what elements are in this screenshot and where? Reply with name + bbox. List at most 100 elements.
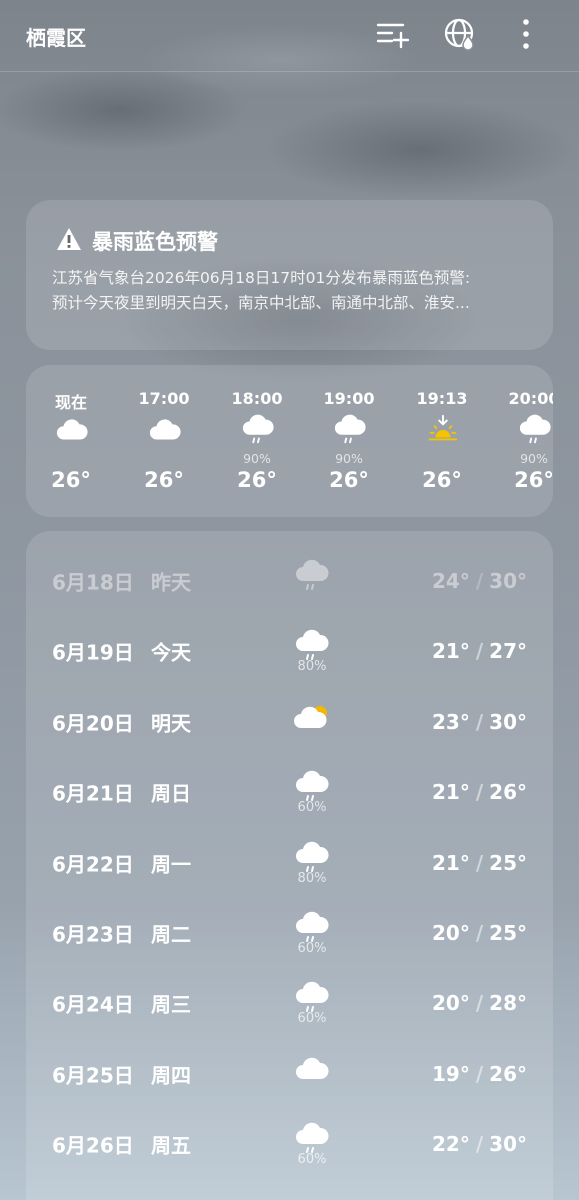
cloud-icon	[148, 413, 182, 447]
hourly-item: 20:00 90% 26°	[499, 365, 553, 517]
hour-time: 19:13	[416, 389, 468, 408]
hour-temp: 26°	[329, 468, 369, 492]
daily-row[interactable]: 6月19日 今天 80% 21°/27°	[26, 615, 553, 685]
day-temp-range: 21°/27°	[432, 639, 527, 663]
hour-temp: 26°	[237, 468, 277, 492]
hour-time: 现在	[54, 393, 87, 412]
hour-temp: 26°	[422, 468, 462, 492]
top-bar: 栖霞区	[0, 0, 579, 72]
daily-row[interactable]: 6月26日 周五 60% 22°/30°	[26, 1108, 553, 1178]
temp-separator: /	[475, 1132, 484, 1157]
daily-row[interactable]: 6月22日 周一 80% 21°/25°	[26, 827, 553, 897]
daily-row[interactable]: 6月20日 明天 23°/30°	[26, 686, 553, 756]
day-date: 6月20日	[52, 711, 134, 736]
warning-icon	[56, 227, 82, 256]
day-weekday: 周三	[151, 992, 191, 1017]
rain-icon	[294, 559, 330, 593]
rain-icon	[518, 413, 552, 447]
partly-cloudy-icon	[294, 700, 330, 734]
day-high: 25°	[489, 921, 527, 945]
city-name[interactable]: 栖霞区	[26, 22, 86, 51]
rain-icon	[294, 629, 330, 663]
alert-description: 江苏省气象台2026年06月18日17时01分发布暴雨蓝色预警: 预计今天夜里到…	[52, 269, 471, 312]
day-high: 30°	[489, 569, 527, 593]
temp-separator: /	[475, 569, 484, 593]
rain-icon	[333, 413, 367, 447]
day-temp-range: 20°/25°	[432, 921, 527, 945]
day-temp-range: 19°/26°	[432, 1062, 527, 1086]
day-temp-range: 20°/28°	[432, 991, 527, 1015]
daily-forecast[interactable]: 6月18日 昨天 24°/30° 6月19日 今天 80% 21°/27° 6月20日 明天 23…	[26, 531, 553, 1200]
day-date: 6月26日	[52, 1133, 134, 1158]
day-low: 21°	[432, 780, 470, 805]
hour-temp: 26°	[51, 468, 91, 492]
hour-temp: 26°	[514, 468, 553, 492]
day-high: 26°	[489, 780, 527, 805]
temp-separator: /	[475, 850, 484, 875]
rain-icon	[294, 770, 330, 804]
day-high: 26°	[489, 1061, 527, 1086]
temp-separator: /	[475, 639, 484, 664]
day-weekday: 周五	[151, 1133, 191, 1158]
rain-icon	[294, 841, 330, 875]
day-high: 27°	[489, 639, 527, 664]
day-temp-range: 21°/26°	[432, 780, 527, 804]
day-high: 28°	[489, 991, 527, 1016]
day-low: 22°	[432, 1132, 470, 1157]
add-list-icon[interactable]	[375, 17, 409, 51]
day-date: 6月23日	[52, 922, 134, 947]
day-weekday: 周一	[151, 852, 191, 877]
alert-title: 暴雨蓝色预警	[92, 230, 218, 254]
day-weekday: 周二	[151, 922, 191, 947]
hourly-item: 19:13 26°	[407, 365, 477, 517]
hour-time: 20:00	[508, 389, 553, 408]
day-precip: 80%	[297, 870, 327, 886]
hourly-forecast[interactable]: 现在 26° 17:00 26° 18:00 90% 26° 19:00 90% 26° 19:13…	[26, 365, 553, 517]
daily-row[interactable]: 6月24日 周三 60% 20°/28°	[26, 967, 553, 1037]
globe-rain-icon[interactable]	[443, 17, 477, 51]
day-low: 21°	[432, 850, 470, 875]
day-temp-range: 22°/30°	[432, 1132, 527, 1156]
day-precip: 60%	[297, 800, 327, 816]
day-low: 21°	[432, 639, 470, 664]
rain-icon	[294, 911, 330, 945]
cloud-icon	[294, 1052, 330, 1086]
day-precip: 60%	[297, 1152, 327, 1168]
more-icon[interactable]	[509, 17, 543, 51]
hourly-item: 19:00 90% 26°	[314, 365, 384, 517]
daily-row[interactable]: 6月23日 周二 60% 20°/25°	[26, 897, 553, 967]
hour-time: 19:00	[323, 389, 375, 408]
weather-alert-card[interactable]: 暴雨蓝色预警 江苏省气象台2026年06月18日17时01分发布暴雨蓝色预警: …	[26, 200, 553, 350]
rain-icon	[294, 1122, 330, 1156]
day-date: 6月21日	[52, 781, 134, 806]
day-weekday: 周日	[151, 781, 191, 806]
daily-row[interactable]: 6月18日 昨天 24°/30°	[26, 545, 553, 615]
hour-temp: 26°	[144, 468, 184, 492]
day-date: 6月24日	[52, 992, 134, 1017]
temp-separator: /	[475, 921, 484, 945]
day-date: 6月22日	[52, 852, 134, 877]
hourly-item: 18:00 90% 26°	[222, 365, 292, 517]
day-weekday: 周四	[151, 1063, 191, 1088]
day-date: 6月19日	[52, 640, 134, 665]
day-low: 20°	[432, 921, 470, 945]
day-temp-range: 21°/25°	[432, 851, 527, 875]
day-high: 30°	[489, 1132, 527, 1157]
day-precip: 60%	[297, 1011, 327, 1027]
daily-row[interactable]: 6月25日 周四 19°/26°	[26, 1038, 553, 1108]
hour-precip: 90%	[520, 451, 548, 466]
hourly-item: 17:00 26°	[129, 365, 199, 517]
day-weekday: 昨天	[151, 570, 191, 595]
cloud-icon	[55, 413, 89, 447]
temp-separator: /	[475, 991, 484, 1016]
day-low: 23°	[432, 709, 470, 734]
hour-precip: 90%	[335, 451, 363, 466]
temp-separator: /	[475, 780, 484, 805]
daily-row[interactable]: 6月21日 周日 60% 21°/26°	[26, 756, 553, 826]
day-temp-range: 23°/30°	[432, 710, 527, 734]
day-high: 30°	[489, 709, 527, 734]
temp-separator: /	[475, 709, 484, 734]
hour-precip: 90%	[243, 451, 271, 466]
day-high: 25°	[489, 850, 527, 875]
rain-icon	[294, 981, 330, 1015]
